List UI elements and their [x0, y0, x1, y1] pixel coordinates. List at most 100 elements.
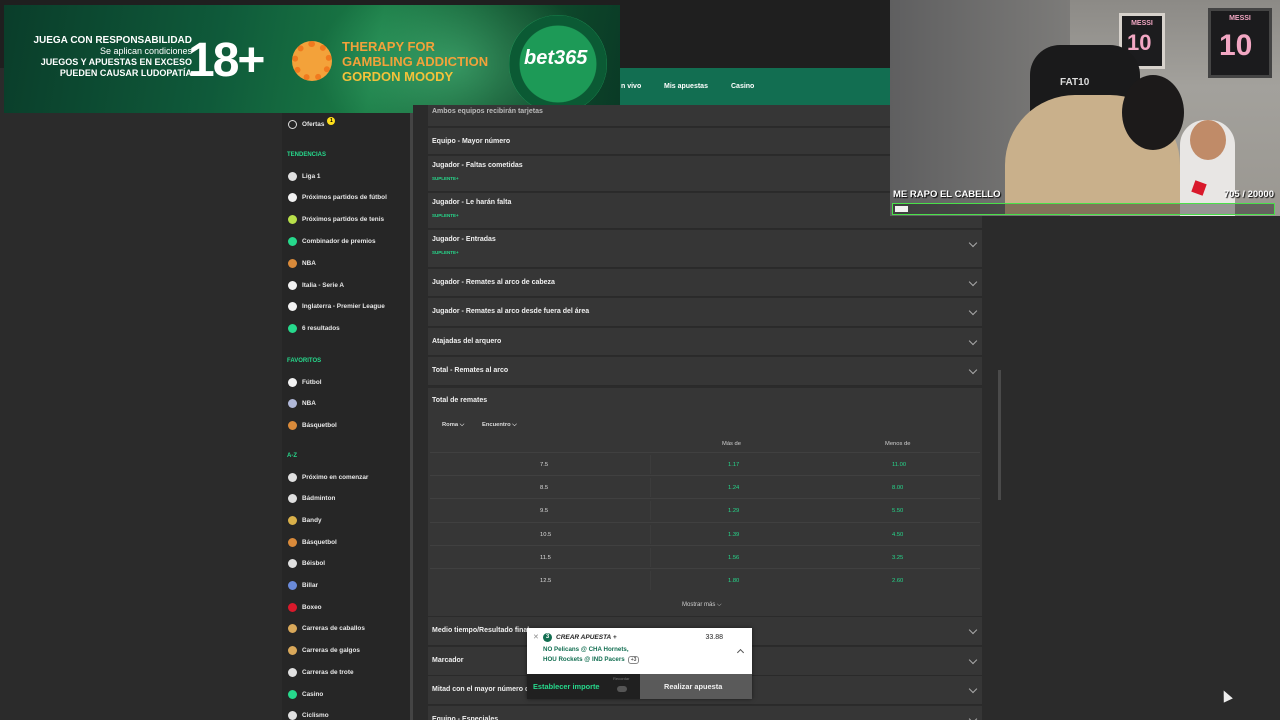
resp-line-4: PUEDEN CAUSAR LUDOPATÍA	[59, 68, 192, 78]
sidebar-item[interactable]: Carreras de caballos	[288, 622, 365, 636]
jersey-name: MESSI	[1131, 20, 1153, 27]
stake-input[interactable]: Establecer importe Recordar	[527, 674, 640, 699]
table-row: 7.5 1.17 11.00	[430, 452, 980, 475]
chevron-up-icon[interactable]	[736, 648, 745, 657]
main-scrollbar[interactable]	[998, 370, 1001, 500]
chevron-down-icon	[968, 714, 978, 720]
sidebar-item[interactable]: Béisbol	[288, 557, 325, 571]
az-heading: A-Z	[287, 453, 297, 459]
filter-period-dropdown[interactable]: Encuentro ⌵	[482, 422, 517, 429]
sidebar-item[interactable]: Bádminton	[288, 492, 335, 506]
market-title: Total - Remates al arco	[432, 367, 509, 374]
market-row[interactable]: Atajadas del arquero	[428, 328, 982, 356]
jersey-number: 10	[1219, 29, 1253, 62]
sidebar-item-label: Casino	[302, 690, 324, 698]
sidebar-item[interactable]: Próximos partidos de fútbol	[288, 191, 387, 205]
nav-in-play[interactable]: n vivo	[621, 83, 641, 90]
sidebar-item[interactable]: Billar	[288, 579, 318, 593]
market-row[interactable]: Jugador - Remates al arco de cabeza	[428, 269, 982, 297]
sidebar-item[interactable]: Casino	[288, 687, 323, 701]
nav-my-bets[interactable]: Mis apuestas	[664, 83, 708, 90]
selection-game-1: NO Pelicans @ CHA Hornets,	[543, 646, 629, 653]
odds-over-button[interactable]: 1.17	[728, 462, 739, 468]
webcam-overlay: MESSI 10 MESSI 10 FAT10 ME RAPO EL CABEL…	[890, 0, 1280, 216]
odds-under-button[interactable]: 5.50	[892, 508, 903, 514]
sidebar-item[interactable]: Italia - Serie A	[288, 278, 344, 292]
sidebar-item[interactable]: Boxeo	[288, 600, 322, 614]
remember-toggle[interactable]	[617, 686, 627, 692]
sidebar-item[interactable]: Próximo en comenzar	[288, 470, 368, 484]
baseball-icon	[288, 559, 297, 569]
place-bet-label: Realizar apuesta	[664, 682, 723, 691]
sidebar-item[interactable]: NBA	[288, 256, 316, 270]
market-row[interactable]: Equipo - Especiales	[428, 706, 982, 720]
odds-under-button[interactable]: 3.25	[892, 555, 903, 561]
jersey-name: MESSI	[1229, 15, 1251, 22]
table-row: 8.5 1.24 8.00	[430, 475, 980, 498]
odds-over-button[interactable]: 1.39	[728, 532, 739, 538]
soccer-ball-icon	[288, 377, 297, 387]
selection-game-2: HOU Rockets @ IND Pacers +3	[543, 656, 640, 664]
sidebar-item[interactable]: NBA	[288, 397, 316, 411]
ad-banner[interactable]: JUEGA CON RESPONSABILIDAD Se aplican con…	[4, 5, 620, 113]
odds-under-button[interactable]: 4.50	[892, 532, 903, 538]
odds-under-button[interactable]: 8.00	[892, 485, 903, 491]
market-title[interactable]: Total de remates	[432, 397, 487, 404]
nav-casino[interactable]: Casino	[731, 83, 754, 90]
sidebar-item-label: Fútbol	[302, 378, 322, 386]
resp-line-2: Se aplican condiciones	[99, 46, 192, 56]
column-divider	[650, 455, 651, 474]
column-divider	[650, 501, 651, 521]
sidebar-item[interactable]: 6 resultados	[288, 322, 340, 336]
odds-over-button[interactable]: 1.29	[728, 508, 739, 514]
trends-heading: TENDENCIAS	[287, 152, 327, 158]
sidebar-item[interactable]: Carreras de galgos	[288, 644, 360, 658]
sidebar-item[interactable]: Inglaterra - Premier League	[288, 300, 385, 314]
chevron-down-icon: ⌵	[459, 422, 465, 428]
odds-over-button[interactable]: 1.56	[728, 555, 739, 561]
place-bet-button[interactable]: Realizar apuesta	[640, 674, 752, 699]
show-more-link[interactable]: Mostrar más ⌵	[682, 602, 722, 609]
bandy-stick-icon	[288, 515, 297, 525]
odds-under-button[interactable]: 2.60	[892, 578, 903, 584]
usa-flag-icon	[288, 399, 297, 409]
market-row[interactable]: Jugador - Remates al arco desde fuera de…	[428, 298, 982, 327]
filter-team-dropdown[interactable]: Roma ⌵	[442, 422, 464, 429]
sidebar-item[interactable]: Carreras de trote	[288, 665, 354, 679]
sidebar-item[interactable]: Ciclismo	[288, 709, 329, 720]
goal-text: ME RAPO EL CABELLO	[893, 189, 1001, 200]
shuttlecock-icon	[288, 494, 297, 504]
col-under-header: Menos de	[885, 441, 911, 447]
chevron-down-icon	[968, 655, 978, 665]
sidebar-item-label: NBA	[302, 400, 316, 408]
chevron-down-icon	[968, 365, 978, 375]
selection-count-badge: 3	[543, 633, 552, 642]
sidebar-item[interactable]: Básquetbol	[288, 418, 337, 432]
casino-icon	[288, 689, 297, 699]
sidebar-item[interactable]: Fútbol	[288, 375, 322, 389]
market-row[interactable]: Total - Remates al arco	[428, 357, 982, 386]
sidebar-item[interactable]: Básquetbol	[288, 535, 337, 549]
goal-progress-bar	[892, 203, 1275, 215]
odds-over-button[interactable]: 1.80	[728, 578, 739, 584]
odds-over-button[interactable]: 1.24	[728, 485, 739, 491]
column-divider	[650, 547, 651, 567]
resp-line-3: JUEGOS Y APUESTAS EN EXCESO	[40, 57, 192, 67]
column-divider	[650, 524, 651, 544]
sidebar-item[interactable]: Bandy	[288, 513, 322, 527]
market-row[interactable]: Jugador - Entradas SUPLENTE+	[428, 230, 982, 268]
sidebar-item-offers[interactable]: Ofertas 1	[288, 117, 336, 131]
sidebar-item[interactable]: Liga 1	[288, 169, 320, 183]
sidebar-item[interactable]: Combinador de premios	[288, 234, 376, 248]
market-title: Ambos equipos recibirán tarjetas	[432, 108, 543, 115]
jersey-number: 10	[1127, 30, 1152, 55]
peru-flag-icon	[288, 171, 297, 181]
line-value: 12.5	[540, 578, 552, 584]
sidebar-item-label: Billar	[302, 582, 318, 589]
sidebar-item[interactable]: Próximos partidos de tenis	[288, 213, 384, 227]
market-title: Jugador - Faltas cometidas	[432, 162, 523, 169]
line-value: 11.5	[540, 554, 551, 561]
sidebar-item-label: Ofertas	[302, 120, 325, 128]
close-icon[interactable]: ✕	[533, 633, 539, 641]
odds-under-button[interactable]: 11.00	[892, 462, 906, 468]
